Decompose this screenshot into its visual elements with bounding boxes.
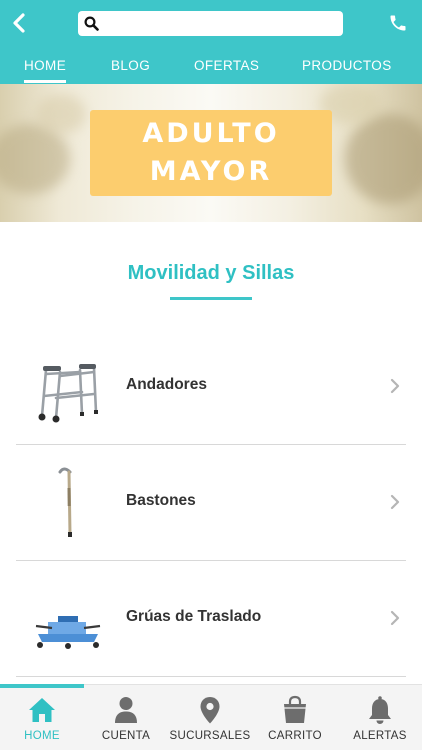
nav-label: CARRITO — [268, 730, 322, 742]
chevron-right-icon — [390, 494, 400, 510]
list-item-gruas-de-traslado[interactable]: Grúas de Traslado — [16, 560, 406, 676]
patient-lift-icon — [35, 616, 101, 649]
phone-icon — [390, 15, 406, 31]
tab-productos[interactable]: PRODUCTOS — [302, 58, 392, 73]
item-label: Grúas de Traslado — [126, 608, 262, 625]
call-button[interactable] — [386, 10, 410, 36]
bottom-nav: HOME CUENTA SUCURSALES CARRITO ALERTAS — [0, 684, 422, 750]
cane-icon — [58, 467, 72, 537]
search-bar[interactable] — [78, 11, 343, 36]
search-icon — [84, 16, 99, 31]
tab-blog[interactable]: BLOG — [111, 58, 150, 73]
nav-home[interactable]: HOME — [0, 685, 84, 750]
list-divider — [16, 676, 406, 677]
item-label: Andadores — [126, 376, 207, 393]
nav-label: HOME — [24, 730, 60, 742]
chevron-right-icon — [390, 610, 400, 626]
nav-alertas[interactable]: ALERTAS — [338, 685, 422, 750]
tab-ofertas[interactable]: OFERTAS — [194, 58, 259, 73]
location-pin-icon — [200, 697, 220, 724]
walker-icon — [38, 364, 98, 423]
active-nav-indicator — [0, 684, 84, 688]
section-title: Movilidad y Sillas — [127, 262, 295, 284]
nav-label: SUCURSALES — [169, 730, 251, 742]
search-input[interactable] — [103, 13, 335, 34]
banner-line-2: MAYOR — [149, 156, 273, 187]
category-banner: ADULTO MAYOR — [90, 110, 332, 196]
bell-icon — [369, 696, 391, 724]
banner-line-1: ADULTO — [142, 118, 280, 149]
nav-carrito[interactable]: CARRITO — [253, 685, 337, 750]
user-icon — [115, 697, 137, 723]
nav-label: CUENTA — [101, 730, 151, 742]
tab-home[interactable]: HOME — [24, 58, 67, 83]
nav-label: ALERTAS — [353, 730, 407, 742]
list-item-bastones[interactable]: Bastones — [16, 444, 406, 560]
top-bar: HOME BLOG OFERTAS PRODUCTOS — [0, 0, 422, 84]
chevron-left-icon — [13, 13, 25, 33]
chevron-right-icon — [390, 378, 400, 394]
nav-cuenta[interactable]: CUENTA — [84, 685, 168, 750]
section-underline — [170, 297, 252, 300]
tab-bar: HOME BLOG OFERTAS PRODUCTOS — [0, 52, 422, 84]
back-button[interactable] — [8, 10, 30, 36]
nav-sucursales[interactable]: SUCURSALES — [168, 685, 252, 750]
shopping-bag-icon — [284, 695, 306, 723]
home-icon — [29, 698, 55, 722]
list-item-andadores[interactable]: Andadores — [16, 328, 406, 444]
item-label: Bastones — [126, 492, 196, 509]
hero-banner-area: ADULTO MAYOR — [0, 84, 422, 222]
